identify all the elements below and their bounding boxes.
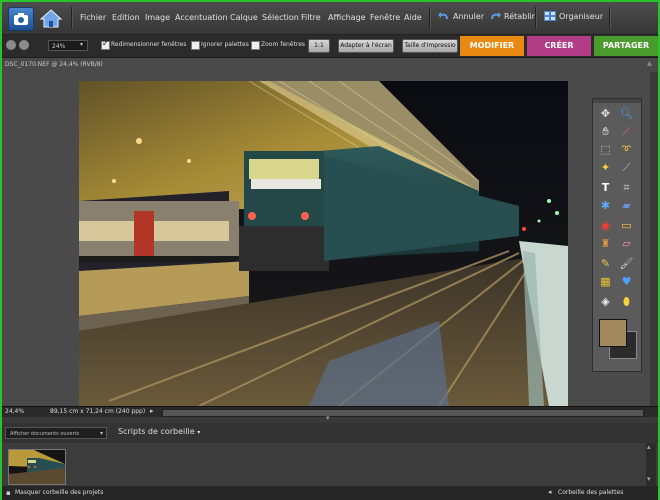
crop-tool-icon[interactable]: ⌗ <box>617 179 636 196</box>
redo-button[interactable]: Rétablir <box>489 11 535 21</box>
document-close-icon[interactable]: ▴ <box>647 58 652 69</box>
bin-dropdown[interactable]: Afficher documents ouverts ▾ <box>5 427 107 439</box>
horizontal-scrollbar[interactable] <box>162 409 644 417</box>
scroll-up-icon[interactable]: ▴ <box>647 443 651 451</box>
bin-scripts-menu[interactable]: Scripts de corbeille ▾ <box>118 427 200 436</box>
toolbox: ✥ 🔍︎ ✋︎ ⟋ ⬚ ➰︎ ✦ ⟋ T ⌗ ✱ ▰ ◉ ▭ ♜ ▱ ✎ 🖌︎ … <box>592 98 642 372</box>
chevron-down-icon[interactable]: ▾ <box>80 41 83 48</box>
menu-filtre[interactable]: Filtre <box>301 13 321 22</box>
undo-label: Annuler <box>453 11 485 21</box>
clone-stamp-tool-icon[interactable]: ♜ <box>596 235 615 252</box>
toolbox-grip[interactable] <box>593 99 641 103</box>
collapse-arrow-icon[interactable]: ▾ <box>326 414 330 422</box>
menu-aide[interactable]: Aide <box>404 13 422 22</box>
document-title: DSC_0170.NEF @ 24,4% (RVB/8) <box>5 61 103 68</box>
zoom-out-icon[interactable] <box>19 40 29 50</box>
document-image <box>79 81 568 406</box>
zoom-windows-label: Zoom fenêtres <box>261 41 306 48</box>
zoom-windows-checkbox[interactable] <box>251 41 260 50</box>
document-title-bar[interactable]: DSC_0170.NEF @ 24,4% (RVB/8) ▴ <box>2 58 658 72</box>
options-bar: 24% ▾ ✓ Redimensionner fenêtres Ignorer … <box>2 35 658 58</box>
status-dimensions: 89,15 cm x 71,24 cm (240 ppp) <box>50 408 146 415</box>
menu-selection[interactable]: Sélection <box>262 13 299 22</box>
chevron-down-icon: ▾ <box>197 429 201 436</box>
palette-bin-label[interactable]: Corbeille des palettes <box>558 489 623 496</box>
organiser-icon <box>544 11 556 21</box>
hide-bin-label[interactable]: Masquer corbeille des projets <box>15 489 103 496</box>
zoom-value: 24% <box>52 43 66 50</box>
sponge-tool-icon[interactable]: ⬮ <box>617 293 636 310</box>
resize-windows-checkbox[interactable]: ✓ <box>101 39 110 50</box>
bin-scripts-label: Scripts de corbeille <box>118 427 195 436</box>
menu-separator <box>535 7 537 29</box>
scroll-down-icon[interactable]: ▾ <box>647 475 651 483</box>
menu-bar: Fichier Edition Image Accentuation Calqu… <box>2 2 658 35</box>
ignore-palettes-checkbox[interactable] <box>191 41 200 50</box>
canvas-area: ✥ 🔍︎ ✋︎ ⟋ ⬚ ➰︎ ✦ ⟋ T ⌗ ✱ ▰ ◉ ▭ ♜ ▱ ✎ 🖌︎ … <box>2 72 658 406</box>
project-bin-header: Afficher documents ouverts ▾ Scripts de … <box>2 423 658 443</box>
straighten-tool-icon[interactable]: ▰ <box>617 197 636 214</box>
eyedropper-tool-icon[interactable]: ⟋ <box>617 123 636 140</box>
eraser-tool-icon[interactable]: ▱ <box>617 235 636 252</box>
status-menu-arrow-icon[interactable]: ▸ <box>150 407 154 415</box>
tab-share[interactable]: PARTAGER <box>594 36 658 56</box>
tab-edit[interactable]: MODIFIER <box>460 36 524 56</box>
menu-affichage[interactable]: Affichage <box>328 13 366 22</box>
menu-calque[interactable]: Calque <box>230 13 258 22</box>
brush-tool-icon[interactable]: 🖌︎ <box>617 255 636 272</box>
print-size-button[interactable]: Taille d'impressio <box>402 39 458 53</box>
redo-label: Rétablir <box>504 11 535 21</box>
redo-icon <box>491 12 501 19</box>
menu-image[interactable]: Image <box>145 13 170 22</box>
menu-fenetre[interactable]: Fenêtre <box>370 13 400 22</box>
move-tool-icon[interactable]: ✥ <box>596 105 615 122</box>
undo-icon <box>438 12 448 19</box>
project-bin: ▴ ▾ <box>2 443 658 486</box>
red-eye-tool-icon[interactable]: ◉ <box>596 217 615 234</box>
custom-shape-tool-icon[interactable]: ◈ <box>596 293 615 310</box>
bin-scrollbar[interactable]: ▴ ▾ <box>646 443 656 486</box>
paint-bucket-tool-icon[interactable]: ▦ <box>596 273 615 290</box>
bottom-bar: ▪ Masquer corbeille des projets ◂ Corbei… <box>2 486 658 500</box>
hand-tool-icon[interactable]: ✋︎ <box>596 123 615 140</box>
pencil-tool-icon[interactable]: ✎ <box>596 255 615 272</box>
foreground-color-swatch[interactable] <box>599 319 627 347</box>
canvas-scrollbar[interactable] <box>650 72 658 406</box>
bin-thumbnail[interactable] <box>8 449 66 485</box>
menu-fichier[interactable]: Fichier <box>80 13 106 22</box>
lasso-tool-icon[interactable]: ➰︎ <box>617 141 636 158</box>
organiser-button[interactable]: Organiseur <box>544 11 603 21</box>
status-zoom: 24,4% <box>5 408 25 415</box>
selection-brush-tool-icon[interactable]: ⟋ <box>617 159 636 176</box>
zoom-tool-icon[interactable]: 🔍︎ <box>617 105 636 122</box>
ignore-palettes-label: Ignorer palettes <box>201 41 249 48</box>
gradient-tool-icon[interactable]: ♥ <box>617 273 636 290</box>
zoom-in-icon[interactable] <box>6 40 16 50</box>
undo-button[interactable]: Annuler <box>438 11 484 21</box>
magic-wand-tool-icon[interactable]: ✦ <box>596 159 615 176</box>
cookie-cutter-tool-icon[interactable]: ✱ <box>596 197 615 214</box>
menu-separator <box>609 7 611 29</box>
bin-dropdown-value: Afficher documents ouverts <box>10 431 80 437</box>
tab-create[interactable]: CRÉER <box>527 36 591 56</box>
menu-separator <box>429 7 431 29</box>
camera-icon[interactable] <box>8 7 34 31</box>
checkmark-icon: ✓ <box>102 39 109 48</box>
menu-separator <box>71 7 73 29</box>
fit-screen-button[interactable]: Adapter à l'écran <box>338 39 394 53</box>
menu-edition[interactable]: Edition <box>112 13 140 22</box>
type-tool-icon[interactable]: T <box>596 179 615 196</box>
palette-bin-icon[interactable]: ◂ <box>548 488 552 496</box>
spot-healing-tool-icon[interactable]: ▭ <box>617 217 636 234</box>
hide-bin-icon[interactable]: ▪ <box>6 489 11 497</box>
menu-accentuation[interactable]: Accentuation <box>175 13 228 22</box>
chevron-down-icon: ▾ <box>99 430 103 437</box>
marquee-tool-icon[interactable]: ⬚ <box>596 141 615 158</box>
resize-windows-label: Redimensionner fenêtres <box>111 41 187 48</box>
one-to-one-button[interactable]: 1:1 <box>308 39 330 53</box>
organiser-label: Organiseur <box>559 11 604 21</box>
home-icon[interactable] <box>39 7 63 29</box>
